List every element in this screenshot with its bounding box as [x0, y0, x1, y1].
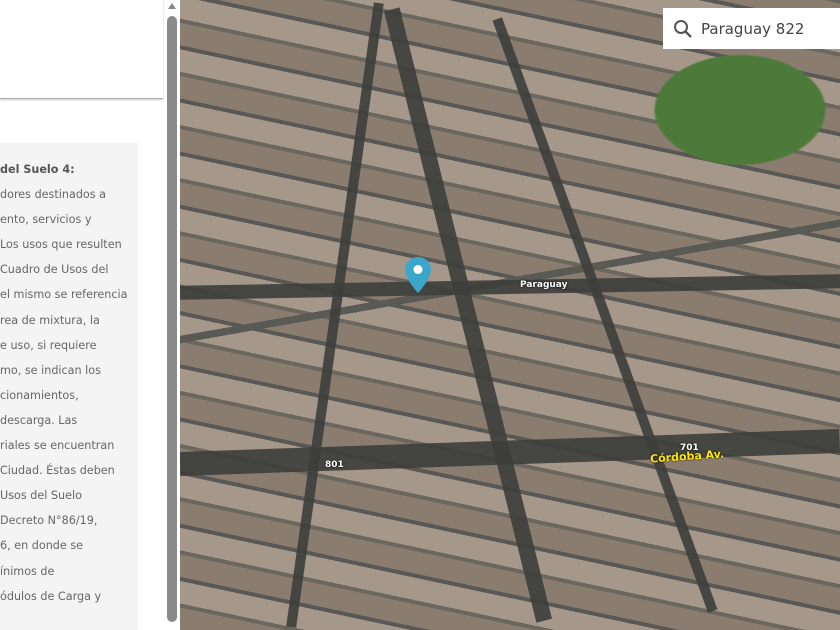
card-text-line: mo, se indican los — [0, 363, 101, 377]
card-text-line: Usos del Suelo — [0, 489, 82, 503]
info-panel: del Suelo 4: dores destinados a ento, serv… — [0, 0, 180, 630]
scroll-up-arrow-icon[interactable] — [168, 3, 176, 9]
street-label-paraguay: Paraguay — [520, 280, 568, 290]
card-text-line: e uso, si requiere — [0, 338, 97, 352]
card-text-line: descarga. Las — [0, 413, 78, 427]
location-pin-icon[interactable] — [405, 257, 431, 293]
zoning-description-card: del Suelo 4: dores destinados a ento, serv… — [0, 143, 138, 630]
card-heading: del Suelo 4: — [0, 163, 75, 176]
card-text-line: ínimos de — [0, 564, 55, 578]
card-text-line: Cuadro de Usos del — [0, 263, 109, 277]
satellite-map[interactable]: Paraguay Córdoba Av. 801 701 — [180, 0, 840, 630]
card-text-line: 6, en donde se — [0, 539, 84, 553]
street-number-801: 801 — [325, 460, 344, 470]
card-text-line: el mismo se referencia — [0, 288, 128, 302]
search-box[interactable]: Paraguay 822 — [663, 8, 840, 49]
card-text-line: rea de mixtura, la — [0, 313, 100, 327]
card-text-line: ódulos de Carga y — [0, 589, 102, 603]
card-text-line: dores destinados a — [0, 188, 107, 202]
card-text-line: Ciudad. Éstas deben — [0, 464, 115, 478]
panel-scrollbar[interactable] — [166, 0, 178, 630]
scrollbar-thumb[interactable] — [167, 16, 177, 622]
card-text-line: cionamientos, — [0, 388, 79, 402]
street-number-701: 701 — [680, 443, 699, 453]
card-text-line: ento, servicios y — [0, 213, 92, 227]
search-input[interactable]: Paraguay 822 — [701, 20, 804, 38]
card-text-line: Los usos que resulten — [0, 238, 122, 252]
card-text-line: Decreto N°86/19, — [0, 514, 98, 528]
panel-header — [0, 0, 163, 99]
search-icon[interactable] — [673, 19, 693, 39]
card-text-line: riales se encuentran — [0, 439, 115, 453]
